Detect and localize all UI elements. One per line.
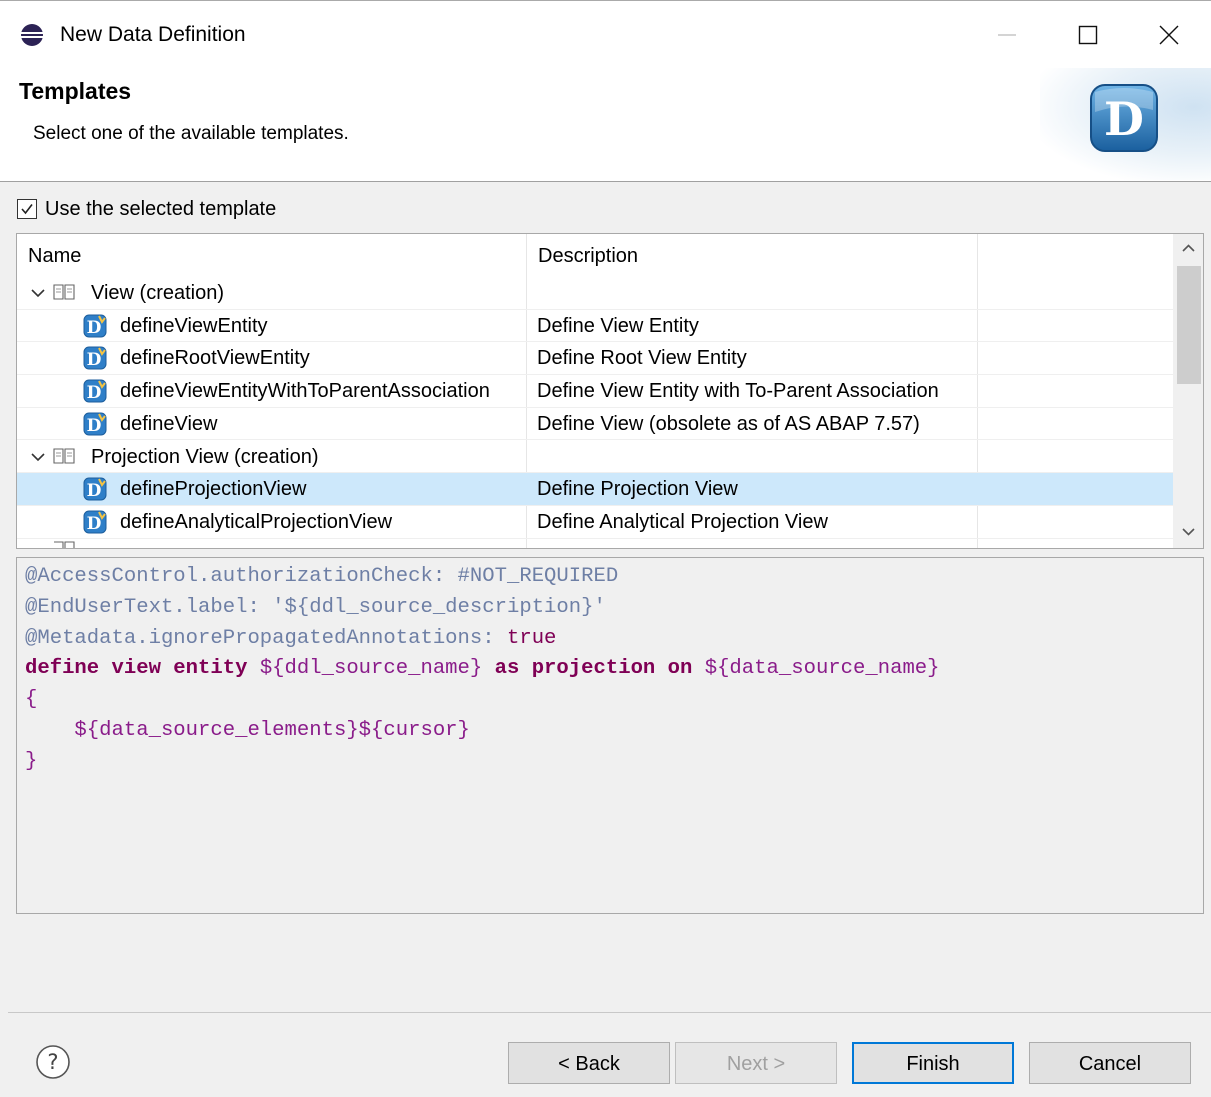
code-line-7: } [25, 749, 38, 773]
use-template-checkbox[interactable] [17, 199, 37, 219]
template-code: @AccessControl.authorizationCheck: #NOT_… [17, 558, 1203, 778]
template-icon: D [83, 412, 107, 436]
cancel-button[interactable]: Cancel [1029, 1042, 1191, 1084]
template-icon: D [83, 510, 107, 534]
template-name: defineViewEntity [120, 314, 268, 337]
template-name: defineViewEntityWithToParentAssociation [120, 380, 490, 403]
table-row[interactable]: D defineViewEntity Define View Entity [17, 310, 1173, 343]
table-header: Name Description [17, 234, 1173, 276]
template-description: Define View Entity with To-Parent Associ… [537, 380, 939, 403]
checkmark-icon [21, 204, 33, 215]
close-button[interactable] [1149, 15, 1189, 55]
svg-text:?: ? [47, 1050, 58, 1074]
table-row[interactable]: D defineView Define View (obsolete as of… [17, 408, 1173, 441]
eclipse-icon [21, 24, 43, 46]
table-vertical-scrollbar[interactable] [1173, 234, 1203, 548]
scroll-down-arrow-icon[interactable] [1182, 528, 1195, 536]
code-line-5: { [25, 688, 38, 712]
template-preview[interactable]: @AccessControl.authorizationCheck: #NOT_… [16, 557, 1204, 914]
group-label: Projection View (creation) [91, 445, 319, 468]
template-description: Define Root View Entity [537, 347, 747, 370]
code-line-6: ${data_source_elements}${cursor} [25, 718, 470, 742]
table-row[interactable]: D defineRootViewEntity Define Root View … [17, 342, 1173, 376]
template-icon: D [83, 346, 107, 370]
wizard-banner: Templates Select one of the available te… [0, 68, 1211, 182]
tree-group-projection-view-creation[interactable]: Projection View (creation) [17, 441, 1173, 474]
svg-text:D: D [1104, 92, 1144, 146]
window-title: New Data Definition [60, 23, 246, 46]
help-icon[interactable]: ? [35, 1044, 71, 1080]
svg-text:D: D [87, 383, 102, 403]
maximize-icon [1078, 25, 1098, 45]
minimize-icon [998, 34, 1016, 36]
column-header-description[interactable]: Description [527, 234, 977, 276]
template-name: defineRootViewEntity [120, 347, 310, 370]
tree-group-view-creation[interactable]: View (creation) [17, 277, 1173, 310]
svg-text:D: D [87, 514, 102, 534]
template-name: defineView [120, 412, 218, 435]
template-description: Define View (obsolete as of AS ABAP 7.57… [537, 412, 920, 435]
close-icon [1159, 25, 1179, 45]
table-row[interactable]: D defineViewEntityWithToParentAssociatio… [17, 375, 1173, 408]
group-label: View (creation) [91, 282, 225, 304]
template-name: defineProjectionView [120, 478, 307, 501]
template-icon: D [83, 379, 107, 403]
minimize-button[interactable] [987, 15, 1027, 55]
template-description: Define Projection View [537, 478, 738, 501]
page-description: Select one of the available templates. [33, 123, 349, 144]
book-icon [54, 541, 75, 548]
clipped-row [17, 539, 1173, 548]
code-line-2: @EndUserText.label: '${ddl_source_descri… [25, 595, 606, 619]
svg-text:D: D [87, 481, 102, 501]
scroll-up-arrow-icon[interactable] [1182, 244, 1195, 252]
back-button[interactable]: < Back [508, 1042, 670, 1084]
template-icon: D [83, 314, 107, 338]
use-template-label: Use the selected template [45, 198, 277, 220]
template-description: Define View Entity [537, 314, 699, 337]
templates-table[interactable]: Name Description View (creation) D defin… [16, 233, 1204, 549]
maximize-button[interactable] [1068, 15, 1108, 55]
chevron-down-icon[interactable] [31, 288, 45, 298]
code-line-3: @Metadata.ignorePropagatedAnnotations: t… [25, 626, 557, 650]
template-description: Define Analytical Projection View [537, 510, 828, 533]
column-header-name[interactable]: Name [17, 234, 527, 276]
scrollbar-thumb[interactable] [1177, 266, 1201, 384]
finish-button[interactable]: Finish [852, 1042, 1014, 1084]
svg-text:D: D [87, 350, 102, 370]
code-line-1: @AccessControl.authorizationCheck: #NOT_… [25, 565, 619, 588]
next-button[interactable]: Next > [675, 1042, 837, 1084]
page-title: Templates [19, 78, 132, 104]
code-line-4: define view entity ${ddl_source_name} as… [25, 657, 940, 681]
chevron-down-icon[interactable] [31, 452, 45, 462]
template-name: defineAnalyticalProjectionView [120, 510, 393, 533]
title-bar: New Data Definition [0, 0, 1211, 68]
ddl-logo-icon: D [1090, 84, 1158, 152]
svg-text:D: D [87, 318, 102, 338]
footer-separator [8, 1012, 1211, 1013]
template-icon: D [83, 477, 107, 501]
table-row[interactable]: D defineAnalyticalProjectionView Define … [17, 506, 1173, 539]
svg-text:D: D [87, 416, 102, 436]
book-icon [53, 447, 75, 464]
table-row-selected[interactable]: D defineProjectionView Define Projection… [17, 473, 1173, 506]
book-icon [53, 284, 75, 300]
